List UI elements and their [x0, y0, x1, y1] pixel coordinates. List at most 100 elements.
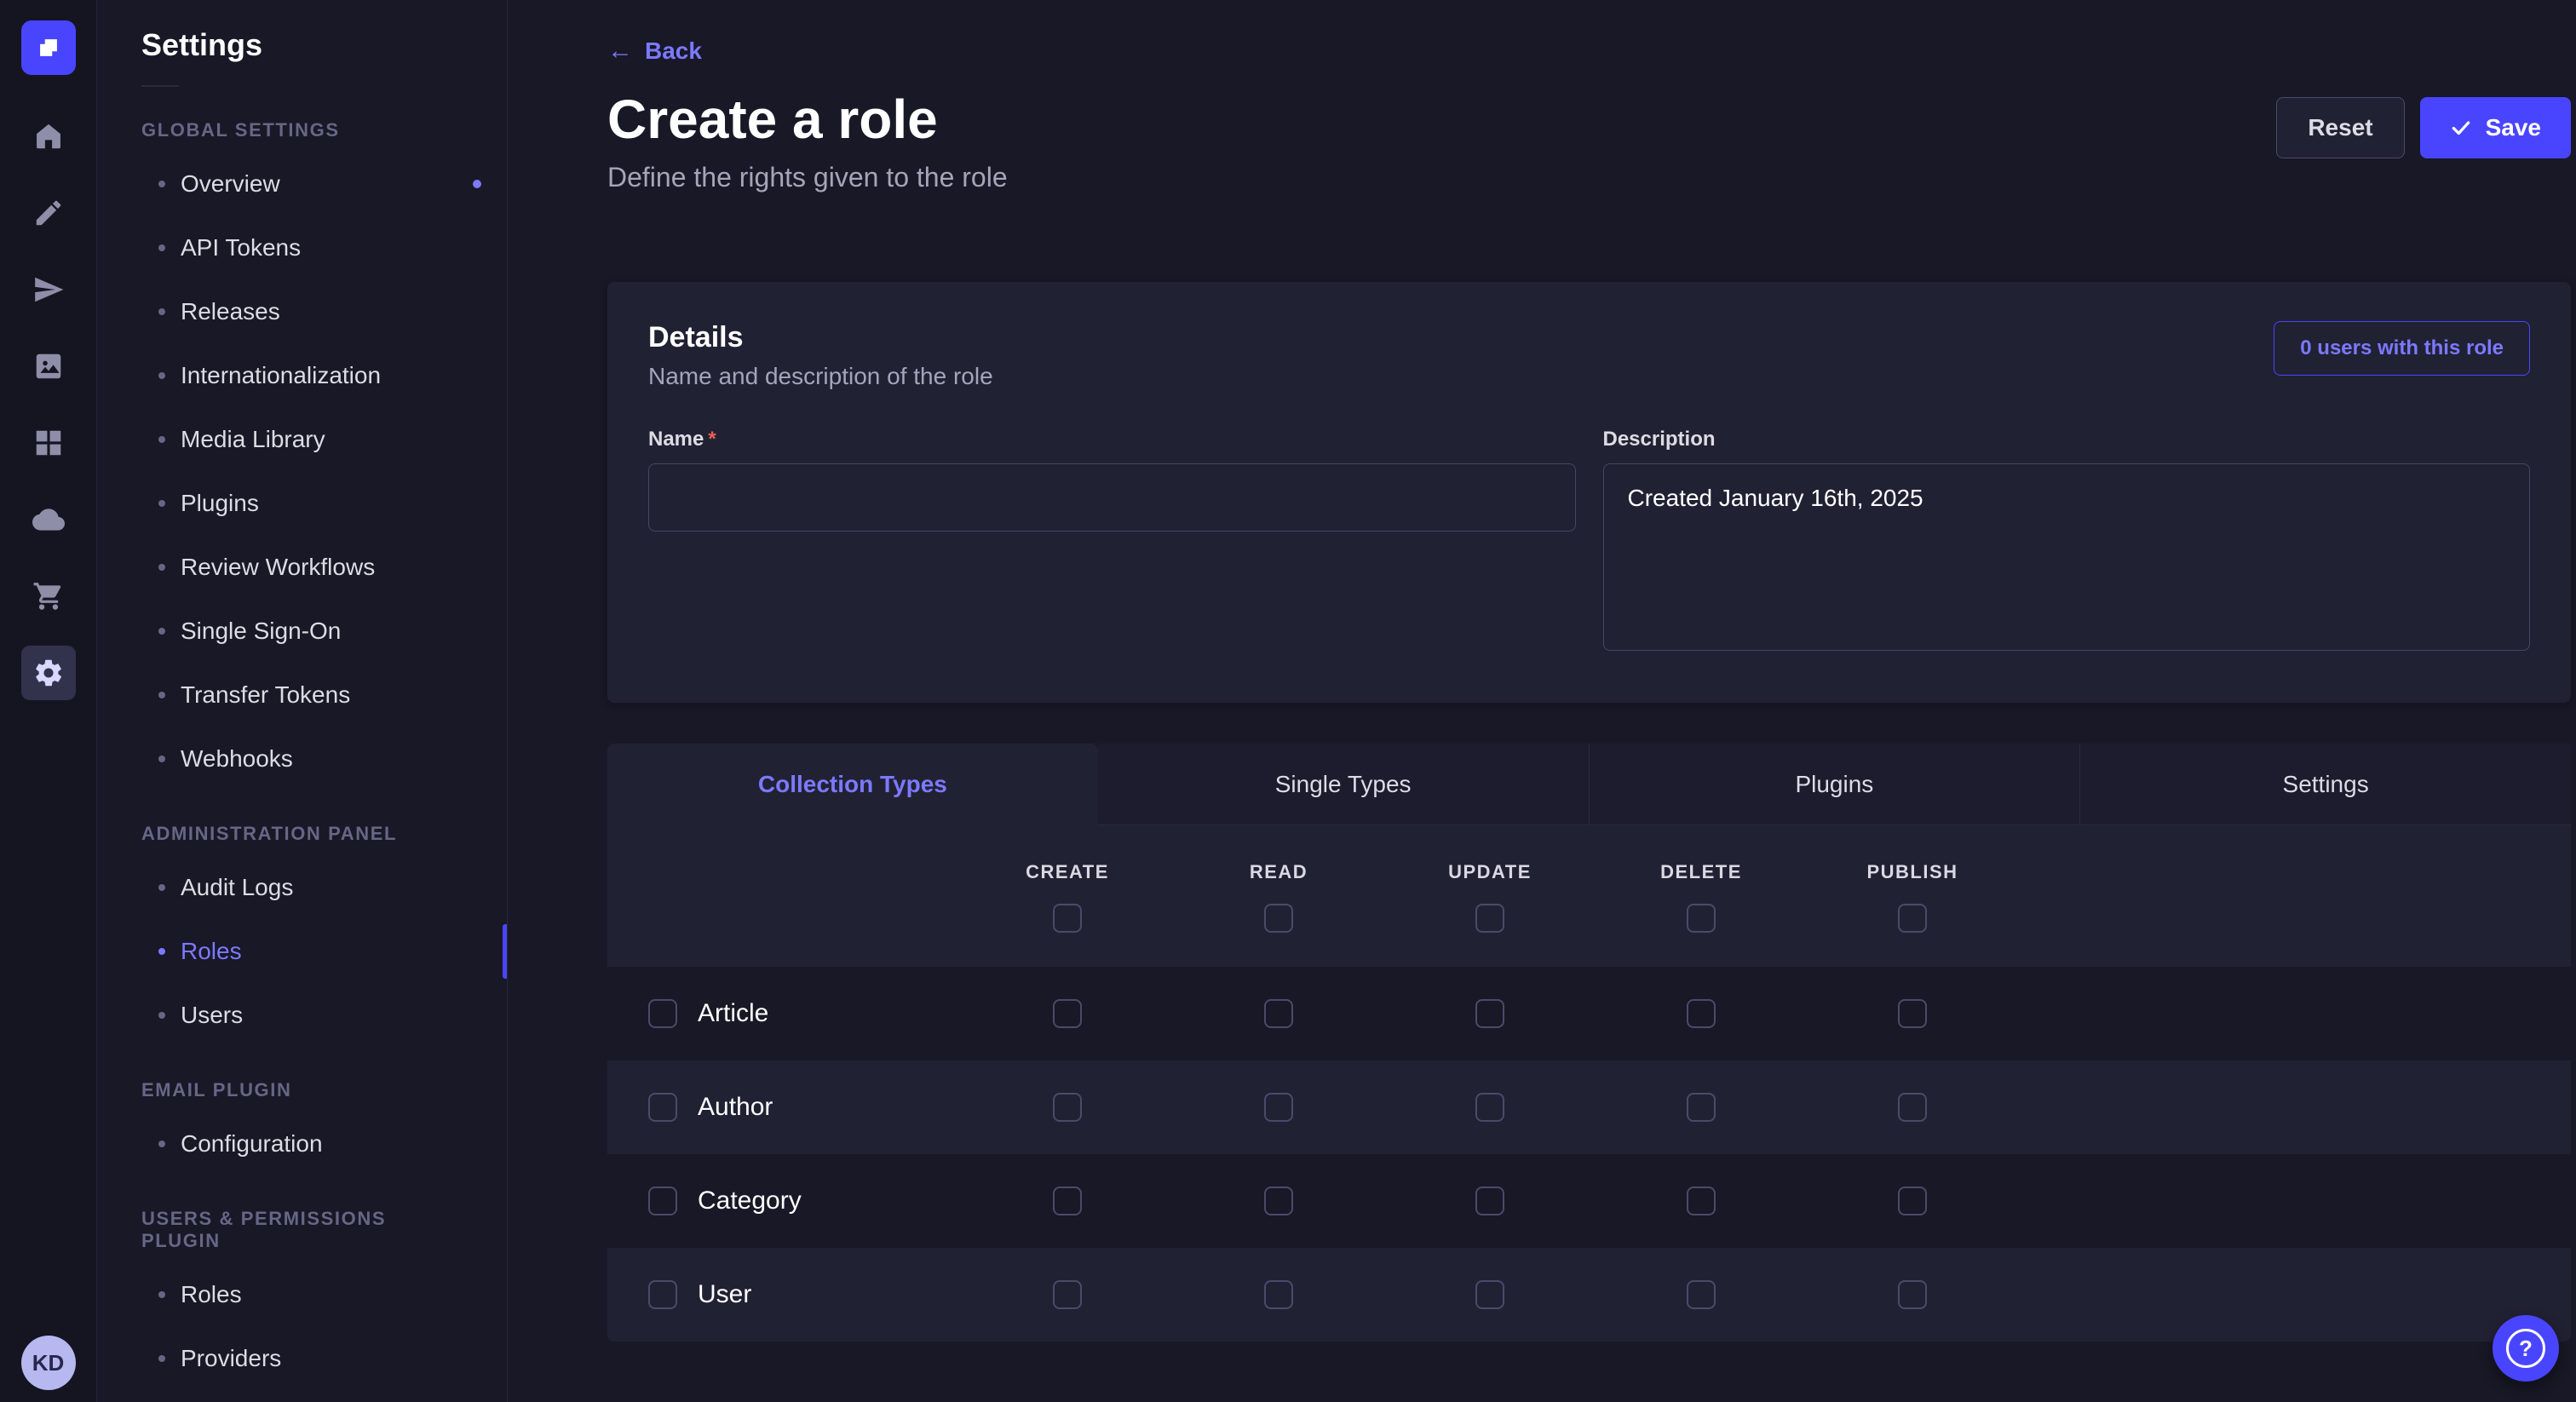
row-select-checkbox-user[interactable]: [648, 1280, 677, 1309]
sidebar-item-media-library[interactable]: Media Library: [97, 407, 507, 471]
back-arrow-icon: ←: [607, 38, 633, 64]
reset-button[interactable]: Reset: [2276, 97, 2404, 158]
select-all-read-checkbox[interactable]: [1264, 904, 1293, 933]
bullet-icon: [158, 1355, 165, 1362]
users-with-role-button[interactable]: 0 users with this role: [2274, 321, 2530, 376]
permission-cell: [1384, 1280, 1596, 1309]
settings-icon[interactable]: [21, 646, 76, 700]
help-button[interactable]: ?: [2493, 1315, 2559, 1382]
sidebar-item-roles[interactable]: Roles: [97, 1262, 507, 1326]
column-label: CREATE: [1026, 861, 1109, 883]
tab-single-types[interactable]: Single Types: [1098, 744, 1589, 825]
permission-checkbox-category-create[interactable]: [1053, 1187, 1082, 1215]
bullet-icon: [158, 308, 165, 315]
sidebar-item-transfer-tokens[interactable]: Transfer Tokens: [97, 663, 507, 727]
page-subtitle: Define the rights given to the role: [607, 162, 2571, 193]
avatar[interactable]: KD: [21, 1336, 76, 1390]
permission-checkbox-category-update[interactable]: [1475, 1187, 1504, 1215]
details-form: Name* Description Created January 16th, …: [648, 428, 2530, 655]
content-type-name: Article: [698, 999, 768, 1028]
permission-checkbox-article-read[interactable]: [1264, 999, 1293, 1028]
settings-sidebar: Settings GLOBAL SETTINGSOverviewAPI Toke…: [97, 0, 508, 1402]
sidebar-item-label: Plugins: [181, 490, 259, 517]
sidebar-item-roles[interactable]: Roles: [97, 919, 507, 983]
sidebar-item-releases[interactable]: Releases: [97, 279, 507, 343]
permission-cell: [1173, 1187, 1384, 1215]
role-name-input[interactable]: [648, 463, 1576, 531]
permission-checkbox-user-publish[interactable]: [1898, 1280, 1927, 1309]
select-all-update-checkbox[interactable]: [1475, 904, 1504, 933]
back-link-label: Back: [645, 37, 702, 65]
sidebar-item-internationalization[interactable]: Internationalization: [97, 343, 507, 407]
marketplace-icon[interactable]: [21, 569, 76, 623]
permission-checkbox-author-create[interactable]: [1053, 1093, 1082, 1122]
sidebar-item-configuration[interactable]: Configuration: [97, 1112, 507, 1175]
permission-checkbox-article-update[interactable]: [1475, 999, 1504, 1028]
sidebar-item-audit-logs[interactable]: Audit Logs: [97, 855, 507, 919]
sidebar-item-webhooks[interactable]: Webhooks: [97, 727, 507, 790]
sidebar-item-overview[interactable]: Overview: [97, 152, 507, 215]
permission-cell: [1807, 1187, 2018, 1215]
permission-checkbox-category-read[interactable]: [1264, 1187, 1293, 1215]
save-button[interactable]: Save: [2420, 97, 2571, 158]
select-all-create-checkbox[interactable]: [1053, 904, 1082, 933]
deploy-icon[interactable]: [21, 262, 76, 317]
table-row-category: Category: [607, 1154, 2571, 1248]
sidebar-item-providers[interactable]: Providers: [97, 1326, 507, 1390]
home-icon[interactable]: [21, 109, 76, 164]
permission-cell: [1807, 999, 2018, 1028]
bullet-icon: [158, 948, 165, 955]
bullet-icon: [158, 692, 165, 698]
back-link[interactable]: ← Back: [607, 37, 702, 65]
tab-collection-types[interactable]: Collection Types: [607, 744, 1098, 825]
permission-cell: [1384, 999, 1596, 1028]
table-row-author: Author: [607, 1060, 2571, 1154]
permission-checkbox-user-update[interactable]: [1475, 1280, 1504, 1309]
permission-checkbox-author-read[interactable]: [1264, 1093, 1293, 1122]
content-manager-icon[interactable]: [21, 186, 76, 240]
tab-plugins[interactable]: Plugins: [1589, 744, 2080, 825]
content-type-builder-icon[interactable]: [21, 416, 76, 470]
select-all-delete-checkbox[interactable]: [1687, 904, 1716, 933]
permission-checkbox-article-delete[interactable]: [1687, 999, 1716, 1028]
row-select-checkbox-article[interactable]: [648, 999, 677, 1028]
sidebar-item-label: Internationalization: [181, 362, 381, 389]
bullet-icon: [158, 756, 165, 762]
app-window: KD Settings GLOBAL SETTINGSOverviewAPI T…: [0, 0, 2576, 1402]
permission-checkbox-author-publish[interactable]: [1898, 1093, 1927, 1122]
cloud-icon[interactable]: [21, 492, 76, 547]
row-select-checkbox-author[interactable]: [648, 1093, 677, 1122]
sidebar-section-label-users-permissions-plugin: USERS & PERMISSIONS PLUGIN: [141, 1208, 463, 1252]
permission-checkbox-category-publish[interactable]: [1898, 1187, 1927, 1215]
sidebar-item-api-tokens[interactable]: API Tokens: [97, 215, 507, 279]
tab-settings[interactable]: Settings: [2079, 744, 2571, 825]
permission-checkbox-article-create[interactable]: [1053, 999, 1082, 1028]
permission-checkbox-category-delete[interactable]: [1687, 1187, 1716, 1215]
permission-cell: [1807, 1093, 2018, 1122]
permission-checkbox-user-read[interactable]: [1264, 1280, 1293, 1309]
permission-checkbox-user-delete[interactable]: [1687, 1280, 1716, 1309]
sidebar-item-label: Roles: [181, 938, 242, 965]
sidebar-item-users[interactable]: Users: [97, 983, 507, 1047]
permission-checkbox-author-delete[interactable]: [1687, 1093, 1716, 1122]
permission-checkbox-user-create[interactable]: [1053, 1280, 1082, 1309]
media-library-icon[interactable]: [21, 339, 76, 394]
sidebar-item-plugins[interactable]: Plugins: [97, 471, 507, 535]
details-card: Details Name and description of the role…: [607, 282, 2571, 703]
column-label: UPDATE: [1448, 861, 1532, 883]
permission-checkbox-author-update[interactable]: [1475, 1093, 1504, 1122]
sidebar-item-review-workflows[interactable]: Review Workflows: [97, 535, 507, 599]
permission-cell: [1173, 1280, 1384, 1309]
role-description-textarea[interactable]: Created January 16th, 2025: [1603, 463, 2531, 651]
permissions-card: Collection TypesSingle TypesPluginsSetti…: [607, 744, 2571, 1342]
bullet-icon: [158, 564, 165, 571]
row-select-checkbox-category[interactable]: [648, 1187, 677, 1215]
select-all-publish-checkbox[interactable]: [1898, 904, 1927, 933]
sidebar-item-single-sign-on[interactable]: Single Sign-On: [97, 599, 507, 663]
strapi-logo[interactable]: [21, 20, 76, 75]
notification-dot: [473, 180, 481, 188]
permission-checkbox-article-publish[interactable]: [1898, 999, 1927, 1028]
sidebar-divider: [141, 85, 179, 87]
permission-cell: [1807, 1280, 2018, 1309]
content-type-name: Author: [698, 1093, 773, 1122]
